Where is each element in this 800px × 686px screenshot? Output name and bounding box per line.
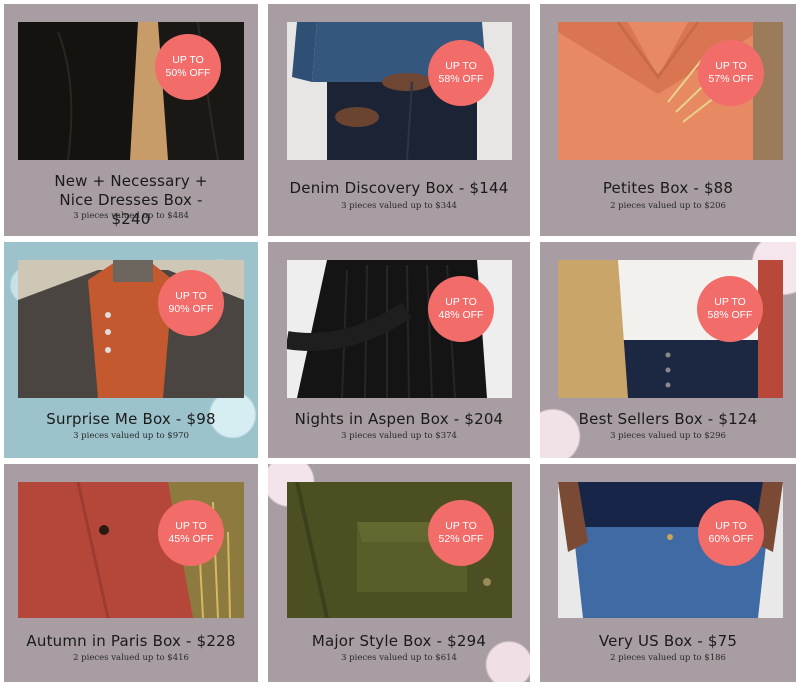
discount-badge: UP TO 52% OFF bbox=[428, 500, 494, 566]
box-title: Nights in Aspen Box - $204 bbox=[294, 410, 504, 428]
box-title: Very US Box - $75 bbox=[598, 632, 738, 650]
box-subtitle: 3 pieces valued up to $970 bbox=[73, 431, 189, 441]
box-subtitle: 2 pieces valued up to $416 bbox=[73, 653, 189, 663]
badge-line-1: UP TO bbox=[714, 296, 746, 308]
badge-line-2: 57% OFF bbox=[708, 73, 754, 85]
box-subtitle: 2 pieces valued up to $186 bbox=[610, 653, 726, 663]
badge-line-2: 60% OFF bbox=[708, 533, 754, 545]
discount-badge: UP TO 57% OFF bbox=[698, 40, 764, 106]
badge-line-2: 90% OFF bbox=[168, 303, 214, 315]
box-title: Petites Box - $88 bbox=[602, 179, 734, 197]
discount-badge: UP TO 58% OFF bbox=[697, 276, 763, 342]
badge-line-2: 48% OFF bbox=[438, 309, 484, 321]
box-subtitle: 3 pieces valued up to $344 bbox=[341, 201, 457, 211]
badge-line-2: 45% OFF bbox=[168, 533, 214, 545]
box-grid: UP TO 50% OFF New + Necessary + Nice Dre… bbox=[0, 0, 800, 686]
box-card-very-us[interactable]: UP TO 60% OFF Very US Box - $75 2 pieces… bbox=[540, 464, 796, 682]
box-title: Major Style Box - $294 bbox=[311, 632, 487, 650]
box-title: Autumn in Paris Box - $228 bbox=[26, 632, 236, 650]
box-title: Best Sellers Box - $124 bbox=[578, 410, 758, 428]
badge-line-2: 50% OFF bbox=[165, 67, 211, 79]
badge-line-2: 58% OFF bbox=[438, 73, 484, 85]
box-subtitle: 2 pieces valued up to $206 bbox=[610, 201, 726, 211]
discount-badge: UP TO 45% OFF bbox=[158, 500, 224, 566]
box-card-best-sellers[interactable]: UP TO 58% OFF Best Sellers Box - $124 3 … bbox=[540, 242, 796, 458]
badge-line-1: UP TO bbox=[175, 520, 207, 532]
box-title: Denim Discovery Box - $144 bbox=[289, 179, 509, 197]
box-card-dresses[interactable]: UP TO 50% OFF New + Necessary + Nice Dre… bbox=[4, 4, 258, 236]
badge-line-1: UP TO bbox=[445, 60, 477, 72]
discount-badge: UP TO 50% OFF bbox=[155, 34, 221, 100]
badge-line-1: UP TO bbox=[445, 296, 477, 308]
box-card-denim-discovery[interactable]: UP TO 58% OFF Denim Discovery Box - $144… bbox=[268, 4, 530, 236]
box-subtitle: 3 pieces valued up to $614 bbox=[341, 653, 457, 663]
box-subtitle: 3 pieces valued up to $484 bbox=[73, 211, 189, 221]
badge-line-1: UP TO bbox=[445, 520, 477, 532]
box-card-major-style[interactable]: UP TO 52% OFF Major Style Box - $294 3 p… bbox=[268, 464, 530, 682]
discount-badge: UP TO 60% OFF bbox=[698, 500, 764, 566]
badge-line-1: UP TO bbox=[715, 60, 747, 72]
box-card-autumn-in-paris[interactable]: UP TO 45% OFF Autumn in Paris Box - $228… bbox=[4, 464, 258, 682]
discount-badge: UP TO 90% OFF bbox=[158, 270, 224, 336]
badge-line-1: UP TO bbox=[175, 290, 207, 302]
box-subtitle: 3 pieces valued up to $374 bbox=[341, 431, 457, 441]
box-subtitle: 3 pieces valued up to $296 bbox=[610, 431, 726, 441]
discount-badge: UP TO 58% OFF bbox=[428, 40, 494, 106]
box-card-petites[interactable]: UP TO 57% OFF Petites Box - $88 2 pieces… bbox=[540, 4, 796, 236]
badge-line-1: UP TO bbox=[172, 54, 204, 66]
badge-line-2: 52% OFF bbox=[438, 533, 484, 545]
box-title: Surprise Me Box - $98 bbox=[46, 410, 216, 428]
badge-line-2: 58% OFF bbox=[707, 309, 753, 321]
discount-badge: UP TO 48% OFF bbox=[428, 276, 494, 342]
badge-line-1: UP TO bbox=[715, 520, 747, 532]
box-card-nights-in-aspen[interactable]: UP TO 48% OFF Nights in Aspen Box - $204… bbox=[268, 242, 530, 458]
box-card-surprise-me[interactable]: UP TO 90% OFF Surprise Me Box - $98 3 pi… bbox=[4, 242, 258, 458]
